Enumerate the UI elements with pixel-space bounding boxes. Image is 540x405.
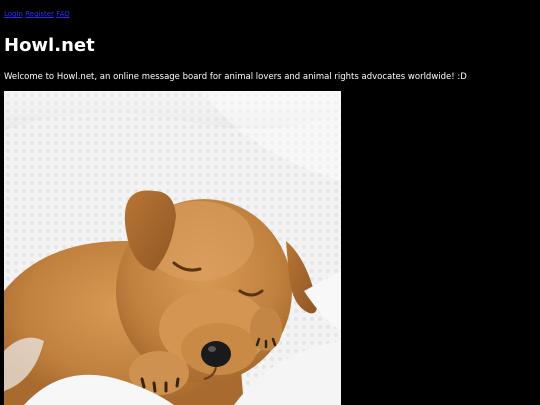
sleeping-puppy-photo bbox=[4, 91, 341, 405]
register-link[interactable]: Register bbox=[25, 10, 54, 18]
faq-link[interactable]: FAQ bbox=[56, 10, 70, 18]
login-link[interactable]: Login bbox=[4, 10, 23, 18]
top-nav-links: Login Register FAQ bbox=[4, 10, 70, 19]
welcome-message: Welcome to Howl.net, an online message b… bbox=[4, 72, 467, 82]
site-title: Howl.net bbox=[4, 35, 95, 56]
